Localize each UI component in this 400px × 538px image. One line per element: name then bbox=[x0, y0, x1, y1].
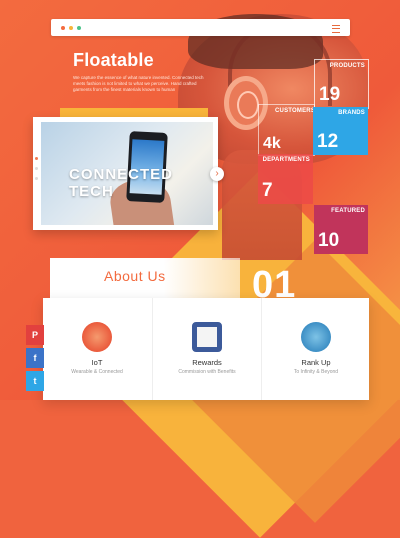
window-dot-minimize[interactable] bbox=[69, 26, 73, 30]
browser-window-bar bbox=[51, 19, 350, 36]
feature-subtitle: Commission with Benefits bbox=[178, 369, 236, 375]
stat-tile-brands[interactable]: BRANDS 12 bbox=[313, 107, 368, 155]
stat-value: 19 bbox=[319, 84, 341, 105]
stat-value: 10 bbox=[318, 230, 340, 251]
stat-value: 12 bbox=[317, 131, 339, 152]
slider-pager-dot[interactable] bbox=[35, 167, 38, 170]
slider-pager-dot[interactable] bbox=[35, 177, 38, 180]
slider-image: CONNECTED TECH bbox=[41, 122, 213, 225]
feature-title: IoT bbox=[91, 358, 103, 367]
rank-up-icon bbox=[301, 322, 331, 352]
slider-caption: CONNECTED TECH bbox=[69, 166, 173, 200]
window-dot-close[interactable] bbox=[61, 26, 65, 30]
stat-value: 4k bbox=[263, 135, 281, 152]
feature-card-rank-up[interactable]: Rank Up To Infinity & Beyond bbox=[261, 298, 370, 400]
stat-label: BRANDS bbox=[338, 110, 365, 116]
stat-label: PRODUCTS bbox=[329, 63, 365, 69]
iot-icon bbox=[82, 322, 112, 352]
hamburger-icon[interactable] bbox=[332, 25, 340, 33]
stat-tile-featured[interactable]: FEATURED 10 bbox=[314, 205, 368, 254]
stat-tile-products[interactable]: PRODUCTS 19 bbox=[314, 59, 369, 109]
slider-pager-dot[interactable] bbox=[35, 157, 38, 160]
feature-subtitle: Wearable & Connected bbox=[71, 369, 123, 375]
window-dot-maximize[interactable] bbox=[77, 26, 81, 30]
pinterest-icon[interactable]: P bbox=[26, 325, 44, 345]
chevron-right-icon[interactable]: › bbox=[210, 167, 224, 181]
stat-tile-customers[interactable]: CUSTOMERS 4k bbox=[258, 104, 315, 156]
features-panel: IoT Wearable & Connected Rewards Commiss… bbox=[43, 298, 369, 400]
facebook-icon[interactable]: f bbox=[26, 348, 44, 368]
hero-slider-card[interactable]: CONNECTED TECH bbox=[33, 117, 218, 230]
feature-subtitle: To Infinity & Beyond bbox=[293, 369, 339, 375]
brand-logo-text: Floatable bbox=[73, 50, 154, 70]
slider-caption-line1: CONNECTED bbox=[69, 166, 174, 183]
twitter-icon[interactable]: t bbox=[26, 371, 44, 391]
feature-card-iot[interactable]: IoT Wearable & Connected bbox=[43, 298, 151, 400]
stat-label: FEATURED bbox=[331, 208, 365, 214]
slider-caption-line2: TECH bbox=[69, 183, 114, 200]
stat-label: DEPARTMENTS bbox=[262, 157, 310, 163]
stat-tile-departments[interactable]: DEPARTMENTS 7 bbox=[258, 154, 313, 204]
feature-title: Rewards bbox=[192, 358, 222, 367]
stat-label: CUSTOMERS bbox=[275, 108, 316, 114]
stat-value: 7 bbox=[262, 180, 273, 201]
feature-title: Rank Up bbox=[301, 358, 331, 367]
feature-card-rewards[interactable]: Rewards Commission with Benefits bbox=[152, 298, 261, 400]
about-us-heading: About Us bbox=[104, 268, 166, 284]
rewards-icon bbox=[192, 322, 222, 352]
brand-tagline: We capture the essence of what nature in… bbox=[73, 75, 204, 92]
